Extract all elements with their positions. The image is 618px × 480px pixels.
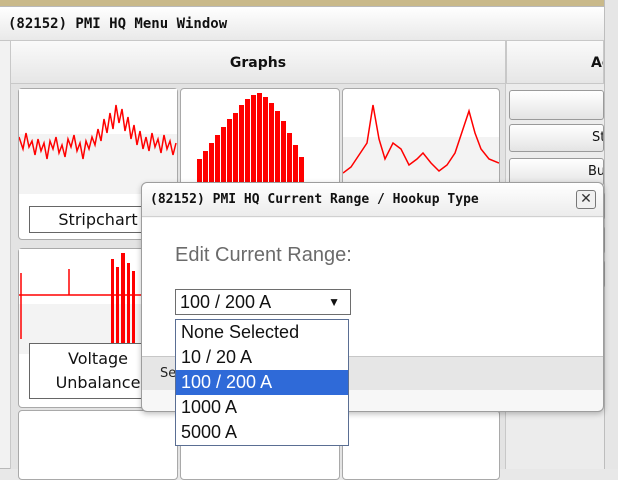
select-value: 100 / 200 A xyxy=(180,292,272,312)
option-none-selected[interactable]: None Selected xyxy=(176,320,348,345)
current-range-label: Edit Current Range: xyxy=(175,244,352,266)
option-1000a[interactable]: 1000 A xyxy=(176,395,348,420)
graphs-header: Graphs xyxy=(10,40,506,84)
desktop-edge xyxy=(604,0,618,469)
start-button[interactable]: Sta xyxy=(509,124,604,152)
waveform-plot xyxy=(343,104,499,187)
waveform-tile[interactable] xyxy=(342,88,500,188)
empty-tile-1[interactable] xyxy=(18,410,178,480)
actions-header: Act xyxy=(506,40,604,84)
close-icon[interactable]: ✕ xyxy=(576,190,596,209)
current-range-options: None Selected 10 / 20 A 100 / 200 A 1000… xyxy=(175,319,349,446)
histogram-tile[interactable] xyxy=(180,88,340,188)
current-range-select[interactable]: 100 / 200 A ▼ xyxy=(175,289,351,315)
chevron-down-icon: ▼ xyxy=(328,295,340,309)
option-100-200a[interactable]: 100 / 200 A xyxy=(176,370,348,395)
window-title[interactable]: (82152) PMI HQ Menu Window xyxy=(0,7,604,41)
save-button[interactable]: Se xyxy=(160,366,176,381)
option-10-20a[interactable]: 10 / 20 A xyxy=(176,345,348,370)
dialog-title[interactable]: (82152) PMI HQ Current Range / Hookup Ty… xyxy=(142,183,603,217)
action-bar-top xyxy=(509,90,604,120)
option-5000a[interactable]: 5000 A xyxy=(176,420,348,445)
histogram-plot xyxy=(197,93,304,187)
empty-tile-3[interactable] xyxy=(342,410,500,480)
